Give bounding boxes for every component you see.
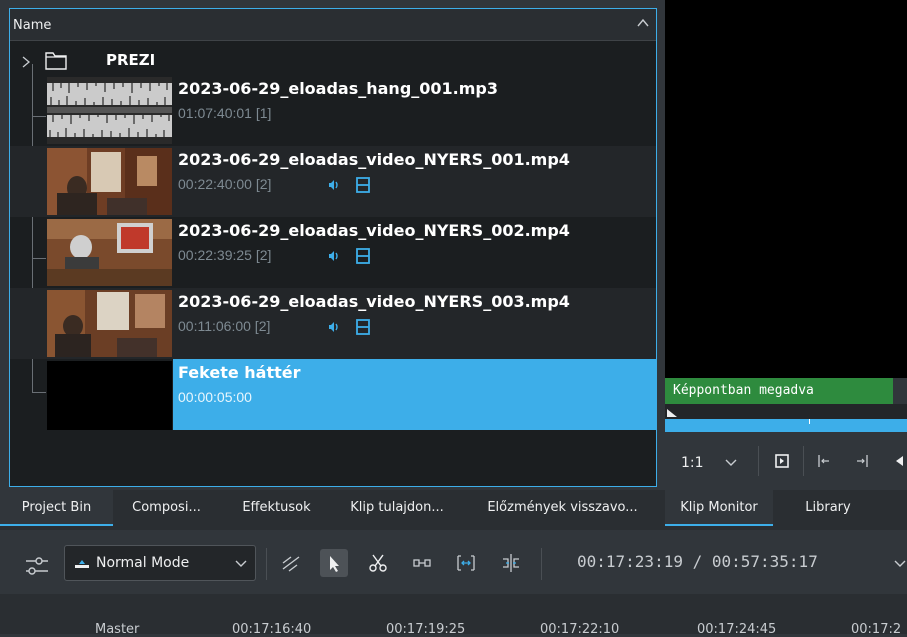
color-clip-thumbnail <box>47 361 172 430</box>
separator <box>541 548 542 580</box>
ruler-tick-label: 00:17:16:40 <box>232 622 312 637</box>
clip-duration: 00:22:39:25 [2] <box>178 247 272 263</box>
clip-duration: 00:22:40:00 [2] <box>178 176 272 192</box>
separator <box>803 446 804 476</box>
project-bin-panel: Name PREZI 2023-06-29_eloadas_hang_001.m… <box>9 8 657 487</box>
spacer-tool-icon[interactable] <box>408 549 436 577</box>
ruler-tick <box>809 419 810 424</box>
pointer-arrow-icon <box>330 556 339 572</box>
separator <box>266 548 267 580</box>
tab-undo-history[interactable]: Előzmények visszavo... <box>461 490 664 526</box>
folder-name: PREZI <box>106 51 156 69</box>
folder-icon <box>45 52 67 70</box>
edit-mode-label: Normal Mode <box>96 555 190 571</box>
monitor-overlay-badge: Képpontban megadva <box>665 378 893 404</box>
clip-title: 2023-06-29_eloadas_video_NYERS_003.mp4 <box>178 292 570 311</box>
tab-library[interactable]: Library <box>773 490 883 526</box>
video-stream-icon[interactable] <box>356 177 370 193</box>
set-in-point-icon[interactable] <box>817 454 831 468</box>
audio-waveform-thumbnail <box>47 77 172 144</box>
tab-clip-properties[interactable]: Klip tulajdon... <box>333 490 461 526</box>
monitor-marker-strip <box>665 404 907 419</box>
bin-column-header[interactable]: Name <box>10 9 656 41</box>
folder-row-prezi[interactable]: PREZI <box>10 47 656 75</box>
rewind-icon[interactable] <box>893 454 907 468</box>
tab-project-bin[interactable]: Project Bin <box>0 490 113 526</box>
zoom-level[interactable]: 1:1 <box>681 455 704 471</box>
dock-tab-bar: Project Bin Composi... Effektusok Klip t… <box>0 490 907 530</box>
slip-tool-icon[interactable] <box>497 549 525 577</box>
timeline-timecode[interactable]: 00:17:23:19 / 00:57:35:17 <box>577 552 818 571</box>
clip-title: 2023-06-29_eloadas_hang_001.mp3 <box>178 79 499 98</box>
master-track-label: Master <box>95 622 140 637</box>
video-stream-icon[interactable] <box>356 248 370 264</box>
monitor-timeline-ruler[interactable] <box>665 419 907 432</box>
audio-stream-icon[interactable] <box>325 248 341 264</box>
chevron-down-icon[interactable] <box>725 459 737 467</box>
selection-tool-button[interactable] <box>320 549 348 577</box>
clip-title: 2023-06-29_eloadas_video_NYERS_001.mp4 <box>178 150 570 169</box>
monitor-controls: 1:1 <box>665 432 907 487</box>
audio-stream-icon[interactable] <box>325 177 341 193</box>
tab-compositions[interactable]: Composi... <box>113 490 220 526</box>
set-out-point-icon[interactable] <box>855 454 869 468</box>
tab-effects[interactable]: Effektusok <box>220 490 333 526</box>
in-point-marker-icon <box>667 409 677 417</box>
chevron-right-icon[interactable] <box>21 56 31 68</box>
clip-monitor-view[interactable] <box>665 0 907 378</box>
ripple-tool-icon[interactable] <box>452 549 480 577</box>
clip-title: Fekete háttér <box>178 363 301 382</box>
clip-row-selected[interactable]: Fekete háttér 00:00:05:00 <box>173 359 656 430</box>
razor-cut-icon[interactable] <box>364 549 392 577</box>
ruler-tick-label: 00:17:2 <box>851 622 902 637</box>
clip-row[interactable]: 2023-06-29_eloadas_video_NYERS_001.mp4 0… <box>10 146 656 217</box>
chevron-down-icon[interactable] <box>235 560 247 568</box>
separator <box>758 446 759 476</box>
clip-duration: 00:00:05:00 <box>178 389 252 405</box>
clip-duration: 00:11:06:00 [2] <box>178 318 271 334</box>
clip-row[interactable]: 2023-06-29_eloadas_hang_001.mp3 01:07:40… <box>10 75 656 146</box>
column-header-name[interactable]: Name <box>13 18 51 33</box>
clip-duration: 01:07:40:01 [1] <box>178 105 272 121</box>
edit-mode-select[interactable]: Normal Mode <box>64 545 256 581</box>
overlay-toggle-icon[interactable] <box>775 454 789 468</box>
video-thumbnail <box>47 290 172 357</box>
track-settings-icon[interactable] <box>24 555 50 577</box>
tab-clip-monitor[interactable]: Klip Monitor <box>665 490 773 526</box>
tree-guide-line <box>32 392 46 393</box>
sort-ascending-icon[interactable] <box>636 16 650 30</box>
clip-row[interactable]: 2023-06-29_eloadas_video_NYERS_002.mp4 0… <box>10 217 656 288</box>
clip-title: 2023-06-29_eloadas_video_NYERS_002.mp4 <box>178 221 570 240</box>
video-thumbnail <box>47 219 172 286</box>
ruler-tick-label: 00:17:19:25 <box>386 622 466 637</box>
razor-multi-icon[interactable] <box>277 549 305 577</box>
normal-mode-icon <box>75 560 89 568</box>
video-thumbnail <box>47 148 172 215</box>
video-stream-icon[interactable] <box>356 319 370 335</box>
ruler-tick-label: 00:17:22:10 <box>540 622 620 637</box>
audio-stream-icon[interactable] <box>325 319 341 335</box>
ruler-tick-label: 00:17:24:45 <box>697 622 777 637</box>
chevron-down-icon[interactable] <box>894 560 906 568</box>
clip-row[interactable]: 2023-06-29_eloadas_video_NYERS_003.mp4 0… <box>10 288 656 359</box>
